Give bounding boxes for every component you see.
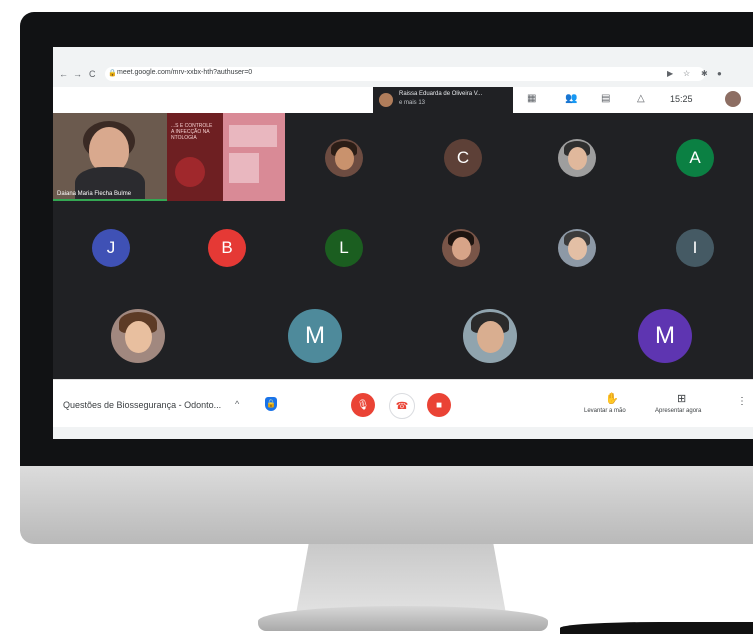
presentation-slide[interactable]: ...S E CONTROLE A INFECÇÃO NA NTOLOGIA (167, 113, 223, 201)
participant-photo-5[interactable] (111, 309, 165, 363)
slide-block (229, 153, 259, 183)
slide-text: ...S E CONTROLE A INFECÇÃO NA NTOLOGIA (171, 123, 213, 141)
photo-face (124, 320, 152, 354)
participant-avatar-c[interactable]: C (444, 139, 482, 177)
chevron-up-icon[interactable]: ^ (235, 399, 239, 409)
present-icon[interactable]: ⊞ (677, 392, 686, 405)
phone-icon: ☎ (395, 400, 409, 412)
profile-icon[interactable]: ● (717, 69, 722, 78)
desk-shadow (560, 622, 753, 634)
photo-face (567, 147, 587, 171)
participant-photo-2[interactable] (558, 139, 596, 177)
screen: ← → C 🔒 meet.google.com/mrv-xxbx-hth?aut… (53, 47, 753, 439)
forward-icon[interactable]: → (73, 69, 82, 79)
photo-face (451, 237, 471, 261)
mic-off-icon: 🎙 (356, 399, 370, 411)
reload-icon[interactable]: C (89, 69, 96, 79)
participant-avatar-m1[interactable]: M (288, 309, 342, 363)
shield-icon[interactable]: 🔒 (265, 397, 277, 411)
presenter-chip[interactable]: Raissa Eduarda de Oliveira V... e mais 1… (373, 87, 513, 113)
slide-graphic (175, 157, 205, 187)
raise-hand-label[interactable]: Levantar a mão (584, 408, 626, 414)
call-controls: Questões de Biossegurança - Odonto... ^ … (53, 379, 753, 428)
self-avatar[interactable] (725, 91, 741, 107)
presenter-more: e mais 13 (399, 100, 426, 106)
present-label[interactable]: Apresentar agora (655, 408, 701, 414)
slide-block (229, 125, 277, 147)
layout-icon[interactable]: ▦ (527, 93, 536, 104)
extensions-icon[interactable]: ✱ (701, 69, 708, 78)
taskbar-strip (53, 427, 753, 439)
monitor-base (258, 606, 548, 631)
participant-photo-6[interactable] (463, 309, 517, 363)
presentation-thumbnail[interactable] (223, 113, 285, 201)
back-icon[interactable]: ← (59, 69, 68, 79)
leave-call-button[interactable]: ☎ (389, 393, 415, 419)
participant-avatar-m2[interactable]: M (638, 309, 692, 363)
camera-tile[interactable]: Daiana Maria Flecha Bulme (53, 113, 167, 201)
url-text: meet.google.com/mrv-xxbx-hth?authuser=0 (117, 69, 253, 76)
browser-chrome: ← → C 🔒 meet.google.com/mrv-xxbx-hth?aut… (53, 47, 753, 88)
activities-icon[interactable]: △ (637, 93, 645, 104)
photo-face (567, 237, 587, 261)
camera-tile-name: Daiana Maria Flecha Bulme (57, 191, 132, 197)
participant-avatar-j[interactable]: J (92, 229, 130, 267)
mic-off-button[interactable]: 🎙 (351, 393, 375, 417)
photo-face (476, 320, 504, 354)
people-icon[interactable]: 👥 (565, 93, 577, 104)
monitor-chin (20, 466, 753, 544)
participant-avatar-i[interactable]: I (676, 229, 714, 267)
monitor-stand (296, 544, 506, 614)
participant-avatar-a[interactable]: A (676, 139, 714, 177)
chat-icon[interactable]: ▤ (601, 93, 610, 104)
hand-icon[interactable]: ✋ (605, 392, 619, 405)
clock: 15:25 (670, 94, 693, 104)
photo-face (334, 147, 354, 171)
participant-photo-1[interactable] (325, 139, 363, 177)
camera-off-icon: ■ (435, 399, 443, 411)
participant-photo-4[interactable] (558, 229, 596, 267)
participant-photo-3[interactable] (442, 229, 480, 267)
address-bar[interactable]: 🔒 meet.google.com/mrv-xxbx-hth?authuser=… (105, 67, 705, 81)
presenter-name: Raissa Eduarda de Oliveira V... (399, 91, 483, 97)
meeting-title[interactable]: Questões de Biossegurança - Odonto... (63, 400, 221, 410)
camera-off-button[interactable]: ■ (427, 393, 451, 417)
presenter-avatar (379, 93, 393, 107)
more-options-icon[interactable]: ⋮ (737, 396, 747, 407)
lock-icon: 🔒 (108, 70, 117, 77)
participant-avatar-b[interactable]: B (208, 229, 246, 267)
cast-icon[interactable]: ▶ (667, 69, 673, 78)
star-icon[interactable]: ☆ (683, 69, 690, 78)
meet-top-bar: Raissa Eduarda de Oliveira V... e mais 1… (53, 87, 753, 113)
participant-avatar-l[interactable]: L (325, 229, 363, 267)
speaking-indicator (53, 113, 167, 201)
